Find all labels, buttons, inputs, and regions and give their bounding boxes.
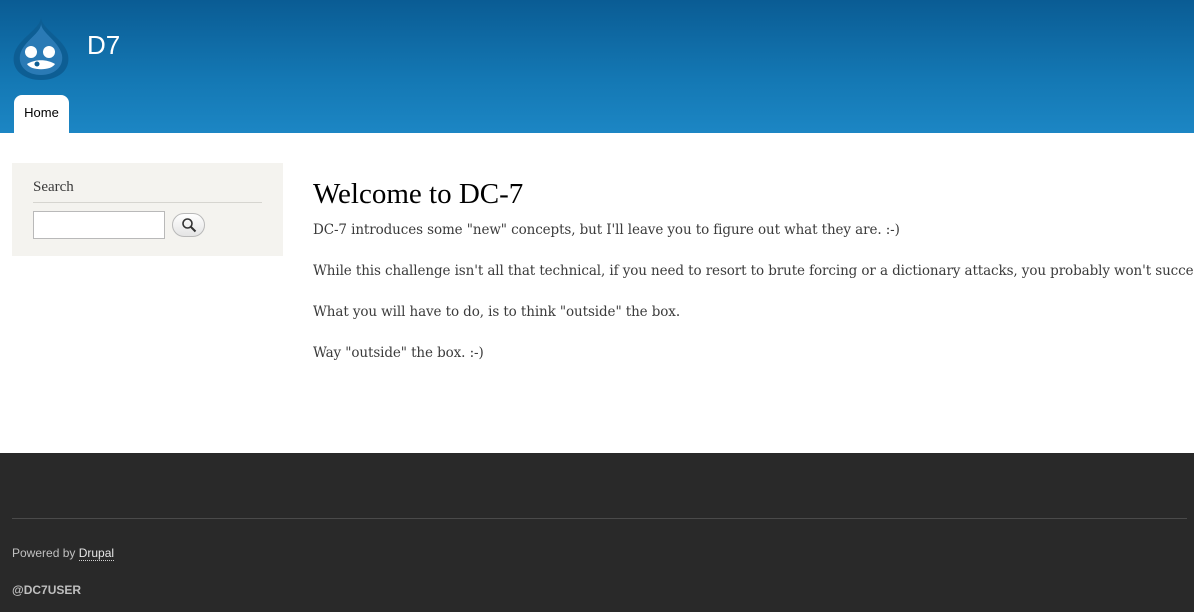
search-block: Search — [12, 163, 283, 256]
body-paragraph: What you will have to do, is to think "o… — [313, 304, 681, 320]
tab-home[interactable]: Home — [14, 95, 69, 133]
search-icon — [182, 218, 197, 233]
powered-by: Powered by Drupal — [12, 546, 115, 561]
footer-divider — [12, 518, 1187, 519]
footer-handle: @DC7USER — [12, 583, 82, 597]
drupal-logo-icon[interactable] — [11, 15, 71, 81]
divider — [33, 202, 262, 203]
search-input[interactable] — [33, 211, 165, 239]
drupal-link[interactable]: Drupal — [78, 546, 115, 561]
body-paragraph: DC-7 introduces some "new" concepts, but… — [313, 222, 900, 238]
search-button[interactable] — [172, 213, 205, 237]
page-title: Welcome to DC-7 — [313, 178, 524, 210]
body-paragraph: Way "outside" the box. :-) — [313, 345, 484, 361]
body-paragraph: While this challenge isn't all that tech… — [313, 263, 1194, 279]
search-block-title: Search — [33, 179, 74, 195]
powered-by-label: Powered by — [12, 546, 79, 560]
site-footer: Powered by Drupal @DC7USER — [0, 453, 1194, 612]
main-content: Welcome to DC-7 DC-7 introduces some "ne… — [313, 178, 1194, 383]
site-header: D7 Home — [0, 0, 1194, 133]
site-name[interactable]: D7 — [87, 30, 120, 61]
